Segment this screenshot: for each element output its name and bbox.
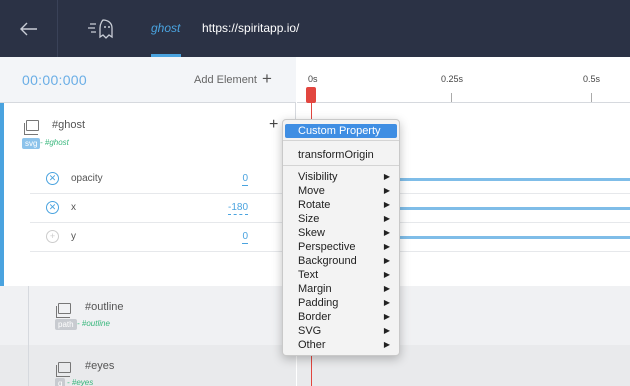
submenu-arrow-icon: ▶ [383, 242, 390, 251]
menu-separator [283, 140, 399, 141]
menu-item-rotate[interactable]: Rotate ▶ [283, 198, 399, 212]
menu-item-label: Rotate [298, 199, 331, 211]
layers-icon [56, 303, 71, 318]
element-eyes[interactable]: #eyes g - #eyes [0, 345, 296, 386]
menu-item-label: Background [298, 255, 357, 267]
layers-icon [24, 120, 39, 135]
menu-item-label: Move [298, 185, 325, 197]
back-button[interactable] [0, 0, 58, 57]
submenu-arrow-icon: ▶ [383, 200, 390, 209]
element-id: - #eyes [67, 378, 94, 386]
submenu-arrow-icon: ▶ [383, 284, 390, 293]
tick-label: 0.5s [583, 74, 601, 84]
submenu-arrow-icon: ▶ [383, 270, 390, 279]
menu-item-other[interactable]: Other ▶ [283, 338, 399, 352]
element-tag: path [55, 319, 77, 330]
elements-panel: 00:00:000 Add Element + #ghost svg - #gh… [0, 57, 296, 386]
submenu-arrow-icon: ▶ [383, 256, 390, 265]
tree-connector [28, 286, 29, 386]
time-ruler[interactable]: 0s 0.25s 0.5s [297, 57, 630, 103]
property-name: opacity [71, 173, 103, 184]
ghost-logo-icon [88, 19, 113, 39]
menu-item-label: Margin [298, 283, 332, 295]
layers-icon [56, 362, 71, 377]
menu-item-label: Skew [298, 227, 325, 239]
menu-item-padding[interactable]: Padding ▶ [283, 296, 399, 310]
remove-property-icon[interactable]: ✕ [46, 172, 59, 185]
submenu-arrow-icon: ▶ [383, 214, 390, 223]
element-id: - #outline [77, 319, 110, 328]
property-value[interactable]: -180 [227, 202, 248, 215]
menu-item-skew[interactable]: Skew ▶ [283, 226, 399, 240]
property-value[interactable]: 0 [242, 231, 248, 244]
menu-item-text[interactable]: Text ▶ [283, 268, 399, 282]
add-property-menu: Custom Property transformOrigin Visibili… [282, 119, 400, 356]
property-row-opacity[interactable]: ✕ opacity 0 [30, 165, 296, 194]
submenu-arrow-icon: ▶ [383, 228, 390, 237]
time-row: 00:00:000 Add Element + [0, 57, 296, 103]
submenu-arrow-icon: ▶ [383, 172, 390, 181]
element-id: - #ghost [40, 138, 69, 147]
submenu-arrow-icon: ▶ [383, 298, 390, 307]
add-property-icon[interactable]: + [46, 230, 59, 243]
submenu-arrow-icon: ▶ [383, 340, 390, 349]
remove-property-icon[interactable]: ✕ [46, 201, 59, 214]
submenu-arrow-icon: ▶ [383, 326, 390, 335]
menu-item-label: Border [298, 311, 332, 323]
element-name: #outline [85, 301, 124, 313]
add-element-button[interactable]: + [262, 69, 272, 89]
element-outline[interactable]: #outline path - #outline [0, 286, 296, 345]
menu-item-size[interactable]: Size ▶ [283, 212, 399, 226]
tick-mark [451, 93, 452, 102]
menu-item-perspective[interactable]: Perspective ▶ [283, 240, 399, 254]
project-url: https://spiritapp.io/ [202, 21, 300, 35]
menu-item-label: Other [298, 339, 326, 351]
menu-item-label: Perspective [298, 241, 356, 253]
menu-item-border[interactable]: Border ▶ [283, 310, 399, 324]
element-tag: svg [22, 138, 41, 149]
menu-item-label: Text [298, 269, 319, 281]
menu-item-transform-origin[interactable]: transformOrigin [283, 148, 399, 162]
tick-label: 0s [308, 74, 318, 84]
app-header: ghost https://spiritapp.io/ [0, 0, 630, 57]
element-ghost[interactable]: #ghost svg - #ghost + ✕ opacity 0 ✕ x -1… [0, 103, 296, 286]
menu-item-svg[interactable]: SVG ▶ [283, 324, 399, 338]
tick-mark [591, 93, 592, 102]
menu-item-label: Custom Property [298, 125, 381, 137]
element-name: #ghost [52, 119, 86, 131]
menu-separator [283, 165, 399, 166]
menu-item-visibility[interactable]: Visibility ▶ [283, 170, 399, 184]
element-tag: g [55, 378, 66, 386]
timecode: 00:00:000 [22, 72, 87, 88]
menu-item-background[interactable]: Background ▶ [283, 254, 399, 268]
arrow-left-icon [19, 22, 37, 35]
property-name: y [71, 231, 76, 242]
menu-item-label: Padding [298, 297, 339, 309]
menu-item-label: SVG [298, 325, 322, 337]
menu-item-margin[interactable]: Margin ▶ [283, 282, 399, 296]
selected-indicator [0, 103, 4, 286]
property-value[interactable]: 0 [242, 173, 248, 186]
menu-item-label: Visibility [298, 171, 338, 183]
property-row-x[interactable]: ✕ x -180 [30, 194, 296, 223]
menu-item-move[interactable]: Move ▶ [283, 184, 399, 198]
property-name: x [71, 202, 76, 213]
playhead-handle[interactable] [306, 87, 316, 103]
property-row-y[interactable]: + y 0 [30, 223, 296, 252]
menu-item-custom-property[interactable]: Custom Property [285, 124, 397, 138]
tab-ghost[interactable]: ghost [151, 21, 180, 35]
add-property-button[interactable]: + [269, 116, 278, 134]
menu-item-label: transformOrigin [298, 149, 374, 161]
submenu-arrow-icon: ▶ [383, 312, 390, 321]
element-name: #eyes [85, 360, 115, 372]
tick-label: 0.25s [441, 74, 464, 84]
add-element-label[interactable]: Add Element [194, 74, 257, 86]
menu-item-label: Size [298, 213, 320, 225]
submenu-arrow-icon: ▶ [383, 186, 390, 195]
